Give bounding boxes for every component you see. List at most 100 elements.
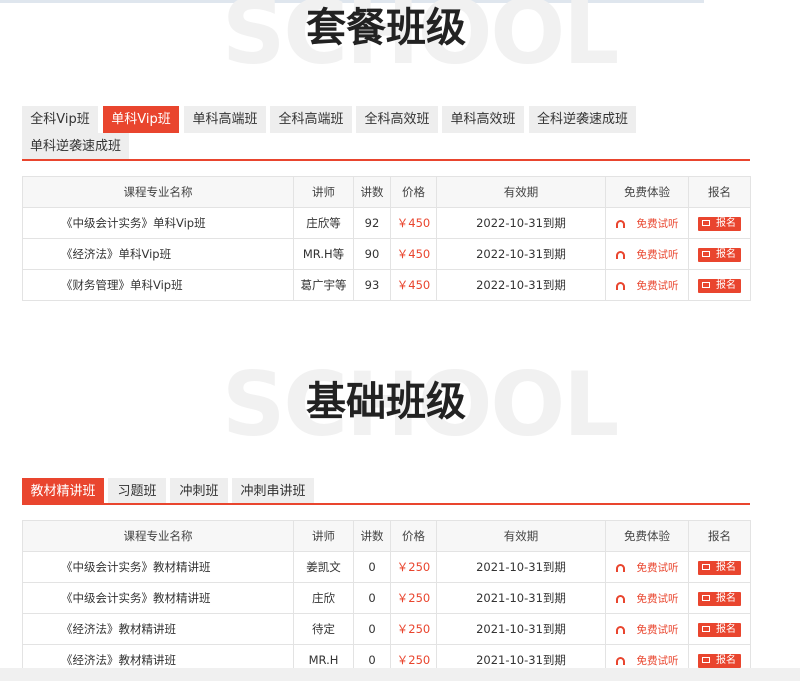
tabs-underline xyxy=(22,159,750,161)
tab-quanke-nixi[interactable]: 全科逆袭速成班 xyxy=(529,106,636,133)
course-table: 课程专业名称 讲师 讲数 价格 有效期 免费体验 报名 《中级会计实务》教材精讲… xyxy=(22,520,751,676)
teacher: 姜凯文 xyxy=(293,551,354,583)
tab-quanke-gaoduan[interactable]: 全科高端班 xyxy=(270,106,352,133)
tab-xiti[interactable]: 习题班 xyxy=(108,478,166,505)
tab-quanke-gaoxiao[interactable]: 全科高效班 xyxy=(356,106,438,133)
expiry-date: 2022-10-31到期 xyxy=(436,207,606,239)
free-trial-link[interactable]: 免费试听 xyxy=(615,561,679,574)
price: ￥450 xyxy=(390,269,437,301)
free-trial-label: 免费试听 xyxy=(636,217,679,230)
cart-icon xyxy=(702,595,710,601)
signup-cell: 报名 xyxy=(688,207,751,239)
header-teacher: 讲师 xyxy=(293,520,354,552)
signup-cell: 报名 xyxy=(688,613,751,645)
lecture-count: 90 xyxy=(353,238,391,270)
tab-danke-gaoxiao[interactable]: 单科高效班 xyxy=(442,106,524,133)
free-trial-label: 免费试听 xyxy=(636,561,679,574)
tab-chongci-chuanjiang[interactable]: 冲刺串讲班 xyxy=(232,478,314,505)
lecture-count: 0 xyxy=(353,613,391,645)
price: ￥250 xyxy=(390,551,437,583)
free-trial-link[interactable]: 免费试听 xyxy=(615,217,679,230)
signup-label: 报名 xyxy=(716,624,736,635)
course-name[interactable]: 《中级会计实务》单科Vip班 xyxy=(22,207,294,239)
tab-danke-vip[interactable]: 单科Vip班 xyxy=(103,106,179,133)
cart-icon xyxy=(702,564,710,570)
signup-label: 报名 xyxy=(716,655,736,666)
signup-button[interactable]: 报名 xyxy=(698,217,741,231)
teacher: MR.H等 xyxy=(293,238,354,270)
free-trial-label: 免费试听 xyxy=(636,623,679,636)
section-title: 基础班级 xyxy=(306,379,466,425)
free-trial-link[interactable]: 免费试听 xyxy=(615,279,679,292)
course-name[interactable]: 《财务管理》单科Vip班 xyxy=(22,269,294,301)
free-trial-link[interactable]: 免费试听 xyxy=(615,623,679,636)
free-trial-link[interactable]: 免费试听 xyxy=(615,593,679,605)
signup-button[interactable]: 报名 xyxy=(698,279,741,293)
course-name[interactable]: 《经济法》教材精讲班 xyxy=(22,613,294,645)
expiry-date: 2021-10-31到期 xyxy=(436,551,606,583)
tab-danke-nixi[interactable]: 单科逆袭速成班 xyxy=(22,133,129,160)
header-trial: 免费体验 xyxy=(605,176,689,208)
expiry-date: 2021-10-31到期 xyxy=(436,582,606,614)
headphones-icon xyxy=(615,625,625,634)
tab-jiaocai-jingjiang[interactable]: 教材精讲班 xyxy=(22,478,104,505)
signup-button[interactable]: 报名 xyxy=(698,592,741,606)
table-row: 《中级会计实务》单科Vip班 庄欣等 92 ￥450 2022-10-31到期 … xyxy=(22,207,751,239)
free-trial-link[interactable]: 免费试听 xyxy=(615,654,679,667)
table-row: 《中级会计实务》教材精讲班 庄欣 0 ￥250 2021-10-31到期 免费试… xyxy=(22,582,751,614)
cart-icon xyxy=(702,282,710,288)
lecture-count: 92 xyxy=(353,207,391,239)
signup-button[interactable]: 报名 xyxy=(698,623,741,637)
expiry-date: 2022-10-31到期 xyxy=(436,238,606,270)
course-name[interactable]: 《中级会计实务》教材精讲班 xyxy=(22,582,294,614)
header-expiry: 有效期 xyxy=(436,176,606,208)
free-trial-cell: 免费试听 xyxy=(605,613,689,645)
header-signup: 报名 xyxy=(688,176,751,208)
teacher: 庄欣等 xyxy=(293,207,354,239)
cart-icon xyxy=(702,251,710,257)
course-name[interactable]: 《经济法》单科Vip班 xyxy=(22,238,294,270)
free-trial-label: 免费试听 xyxy=(636,248,679,261)
header-lectures: 讲数 xyxy=(353,176,391,208)
teacher: 待定 xyxy=(293,613,354,645)
table-header-row: 课程专业名称 讲师 讲数 价格 有效期 免费体验 报名 xyxy=(22,176,751,208)
header-course-name: 课程专业名称 xyxy=(22,176,294,208)
tabs-underline xyxy=(22,503,750,505)
lecture-count: 0 xyxy=(353,582,391,614)
signup-button[interactable]: 报名 xyxy=(698,654,741,668)
price: ￥450 xyxy=(390,238,437,270)
price: ￥250 xyxy=(390,613,437,645)
header-trial: 免费体验 xyxy=(605,520,689,552)
free-trial-cell: 免费试听 xyxy=(605,269,689,301)
tab-chongci[interactable]: 冲刺班 xyxy=(170,478,228,505)
price: ￥250 xyxy=(390,582,437,614)
signup-label: 报名 xyxy=(716,249,736,260)
headphones-icon xyxy=(615,281,625,290)
signup-label: 报名 xyxy=(716,280,736,291)
headphones-icon xyxy=(615,250,625,259)
signup-cell: 报名 xyxy=(688,582,751,614)
signup-button[interactable]: 报名 xyxy=(698,561,741,575)
teacher: 庄欣 xyxy=(293,582,354,614)
header-expiry: 有效期 xyxy=(436,520,606,552)
table-row: 《经济法》单科Vip班 MR.H等 90 ￥450 2022-10-31到期 免… xyxy=(22,238,751,270)
header-lectures: 讲数 xyxy=(353,520,391,552)
price: ￥450 xyxy=(390,207,437,239)
tab-quanke-vip[interactable]: 全科Vip班 xyxy=(22,106,98,133)
table-row: 《经济法》教材精讲班 待定 0 ￥250 2021-10-31到期 免费试听 报… xyxy=(22,613,751,645)
signup-button[interactable]: 报名 xyxy=(698,248,741,262)
signup-cell: 报名 xyxy=(688,238,751,270)
course-table: 课程专业名称 讲师 讲数 价格 有效期 免费体验 报名 《中级会计实务》单科Vi… xyxy=(22,176,751,301)
free-trial-cell: 免费试听 xyxy=(605,207,689,239)
free-trial-link[interactable]: 免费试听 xyxy=(615,248,679,261)
free-trial-label: 免费试听 xyxy=(636,654,679,667)
free-trial-label: 免费试听 xyxy=(636,279,679,292)
cart-icon xyxy=(702,657,710,663)
course-name[interactable]: 《中级会计实务》教材精讲班 xyxy=(22,551,294,583)
expiry-date: 2021-10-31到期 xyxy=(436,613,606,645)
table-row: 《中级会计实务》教材精讲班 姜凯文 0 ￥250 2021-10-31到期 免费… xyxy=(22,551,751,583)
teacher: 葛广宇等 xyxy=(293,269,354,301)
horizontal-scrollbar[interactable] xyxy=(0,668,800,681)
tab-danke-gaoduan[interactable]: 单科高端班 xyxy=(184,106,266,133)
headphones-icon xyxy=(615,563,625,572)
